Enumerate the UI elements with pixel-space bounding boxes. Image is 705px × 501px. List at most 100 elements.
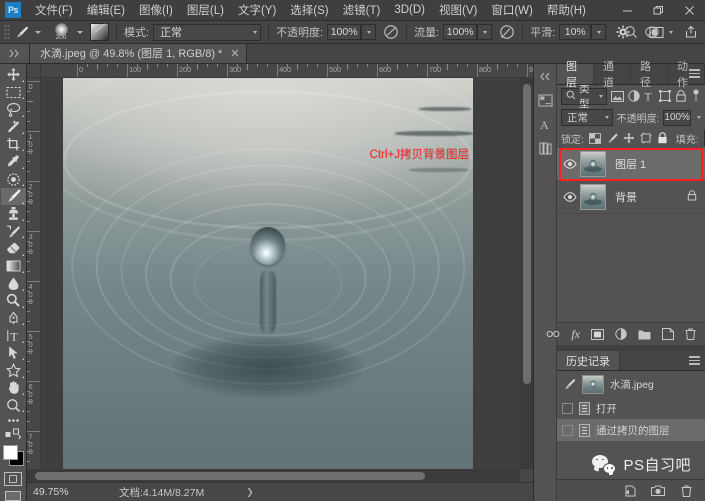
- history-source-checkbox[interactable]: [562, 402, 573, 414]
- menu-3d[interactable]: 3D(D): [387, 1, 432, 19]
- layer-name[interactable]: 背景: [615, 189, 637, 205]
- opacity-stepper[interactable]: [361, 24, 377, 40]
- add-mask-icon[interactable]: [591, 327, 604, 341]
- link-layers-icon[interactable]: [546, 327, 560, 341]
- tab-history[interactable]: 历史记录: [557, 351, 620, 370]
- foreground-color-swatch[interactable]: [2, 445, 18, 461]
- layer-visibility-icon[interactable]: [562, 159, 578, 169]
- canvas-stage[interactable]: Ctrl+J拷贝背景图层: [41, 78, 520, 469]
- history-snapshot-thumbnail[interactable]: [582, 374, 604, 394]
- horizontal-scroll-thumb[interactable]: [35, 471, 425, 480]
- libraries-panel-icon[interactable]: [537, 140, 554, 157]
- pressure-opacity-icon[interactable]: [382, 24, 399, 41]
- close-button[interactable]: [674, 0, 705, 21]
- table-row[interactable]: 图层 1: [557, 148, 705, 181]
- new-group-icon[interactable]: [638, 327, 651, 341]
- flow-stepper[interactable]: [477, 24, 493, 40]
- share-icon[interactable]: [682, 24, 699, 41]
- menu-window[interactable]: 窗口(W): [484, 0, 540, 21]
- vertical-scroll-thumb[interactable]: [522, 84, 531, 384]
- brush-tip-caret-icon[interactable]: [77, 30, 83, 34]
- shape-tool[interactable]: [1, 362, 26, 379]
- menu-filter[interactable]: 滤镜(T): [336, 0, 388, 21]
- minimize-button[interactable]: [612, 0, 643, 21]
- close-icon[interactable]: ✕: [230, 47, 239, 60]
- status-expand-icon[interactable]: ❯: [246, 487, 254, 498]
- edit-toolbar-icon[interactable]: [1, 427, 26, 440]
- shape-filter-icon[interactable]: [658, 89, 671, 104]
- airbrush-icon[interactable]: [498, 24, 515, 41]
- menu-image[interactable]: 图像(I): [132, 0, 180, 21]
- layer-name[interactable]: 图层 1: [615, 156, 646, 172]
- restore-button[interactable]: [643, 0, 674, 21]
- magic-wand-tool[interactable]: [1, 118, 26, 135]
- zoom-level-input[interactable]: 49.75%: [29, 485, 85, 500]
- panel-menu-icon[interactable]: [689, 69, 700, 78]
- lock-image-icon[interactable]: [606, 132, 618, 145]
- menu-select[interactable]: 选择(S): [283, 0, 335, 21]
- history-source-checkbox[interactable]: [562, 424, 573, 436]
- list-item[interactable]: 打开: [557, 397, 705, 419]
- blend-mode-dropdown[interactable]: 正常: [153, 23, 262, 41]
- lock-position-icon[interactable]: [623, 132, 635, 145]
- history-panel-menu-icon[interactable]: [689, 356, 700, 365]
- layer-filter-type-dropdown[interactable]: 类型: [561, 83, 607, 110]
- dodge-tool[interactable]: [1, 292, 26, 309]
- tab-paths[interactable]: 路径: [631, 61, 668, 89]
- type-filter-icon[interactable]: T: [644, 89, 655, 104]
- hand-tool[interactable]: [1, 379, 26, 396]
- move-tool[interactable]: [1, 66, 26, 83]
- workspace-icon[interactable]: [648, 24, 665, 41]
- ruler-corner[interactable]: [27, 64, 41, 78]
- more-tools[interactable]: [1, 414, 26, 427]
- list-item[interactable]: 通过拷贝的图层: [557, 419, 705, 441]
- smoothing-input[interactable]: 10%: [559, 24, 592, 40]
- brush-tip-preview[interactable]: 200: [50, 23, 72, 42]
- eraser-tool[interactable]: [1, 240, 26, 257]
- filter-toggle-icon[interactable]: [691, 89, 701, 104]
- marquee-tool[interactable]: [1, 83, 26, 100]
- healing-brush-tool[interactable]: [1, 170, 26, 187]
- pixel-filter-icon[interactable]: [610, 89, 624, 104]
- horizontal-scrollbar[interactable]: [27, 469, 520, 482]
- delete-state-icon[interactable]: [679, 484, 693, 498]
- new-document-from-state-icon[interactable]: [623, 484, 637, 498]
- type-tool[interactable]: T: [1, 327, 26, 344]
- menu-file[interactable]: 文件(F): [28, 0, 80, 21]
- delete-layer-icon[interactable]: [685, 327, 696, 341]
- quick-mask-icon[interactable]: [4, 472, 22, 486]
- blur-tool[interactable]: [1, 275, 26, 292]
- workspace-caret-icon[interactable]: [669, 30, 673, 34]
- lasso-tool[interactable]: [1, 101, 26, 118]
- layer-style-fx-icon[interactable]: fx: [571, 327, 580, 341]
- smart-object-filter-icon[interactable]: [675, 89, 687, 104]
- layer-opacity-input[interactable]: 100%: [663, 109, 691, 126]
- vertical-scrollbar[interactable]: [520, 78, 533, 469]
- history-snapshot-row[interactable]: 水滴.jpeg: [557, 371, 705, 397]
- brush-settings-swatch-icon[interactable]: [90, 23, 109, 41]
- layer-visibility-icon[interactable]: [562, 192, 578, 202]
- eyedropper-tool[interactable]: [1, 153, 26, 170]
- brush-tool[interactable]: [0, 187, 26, 206]
- menu-type[interactable]: 文字(Y): [231, 0, 283, 21]
- character-panel-icon[interactable]: A: [537, 116, 554, 133]
- layer-thumbnail[interactable]: [580, 184, 606, 210]
- document-image[interactable]: Ctrl+J拷贝背景图层: [63, 78, 473, 469]
- options-grip[interactable]: [4, 24, 10, 40]
- opacity-input[interactable]: 100%: [327, 24, 362, 40]
- lock-transparent-icon[interactable]: [588, 132, 601, 145]
- document-tab[interactable]: 水滴.jpeg @ 49.8% (图层 1, RGB/8) * ✕: [30, 43, 247, 63]
- menu-layer[interactable]: 图层(L): [180, 0, 231, 21]
- path-selection-tool[interactable]: [1, 344, 26, 361]
- smoothing-stepper[interactable]: [591, 24, 607, 40]
- menu-view[interactable]: 视图(V): [432, 0, 484, 21]
- history-brush-tool[interactable]: [1, 223, 26, 240]
- rail-collapse-icon[interactable]: [537, 68, 554, 85]
- gradient-tool[interactable]: [1, 257, 26, 274]
- tab-layers[interactable]: 图层: [557, 61, 594, 89]
- adjustment-filter-icon[interactable]: [627, 89, 640, 104]
- collapse-panel-icon[interactable]: [0, 43, 30, 63]
- tab-channels[interactable]: 通道: [594, 61, 631, 89]
- menu-edit[interactable]: 编辑(E): [80, 0, 132, 21]
- color-panel-icon[interactable]: [537, 92, 554, 109]
